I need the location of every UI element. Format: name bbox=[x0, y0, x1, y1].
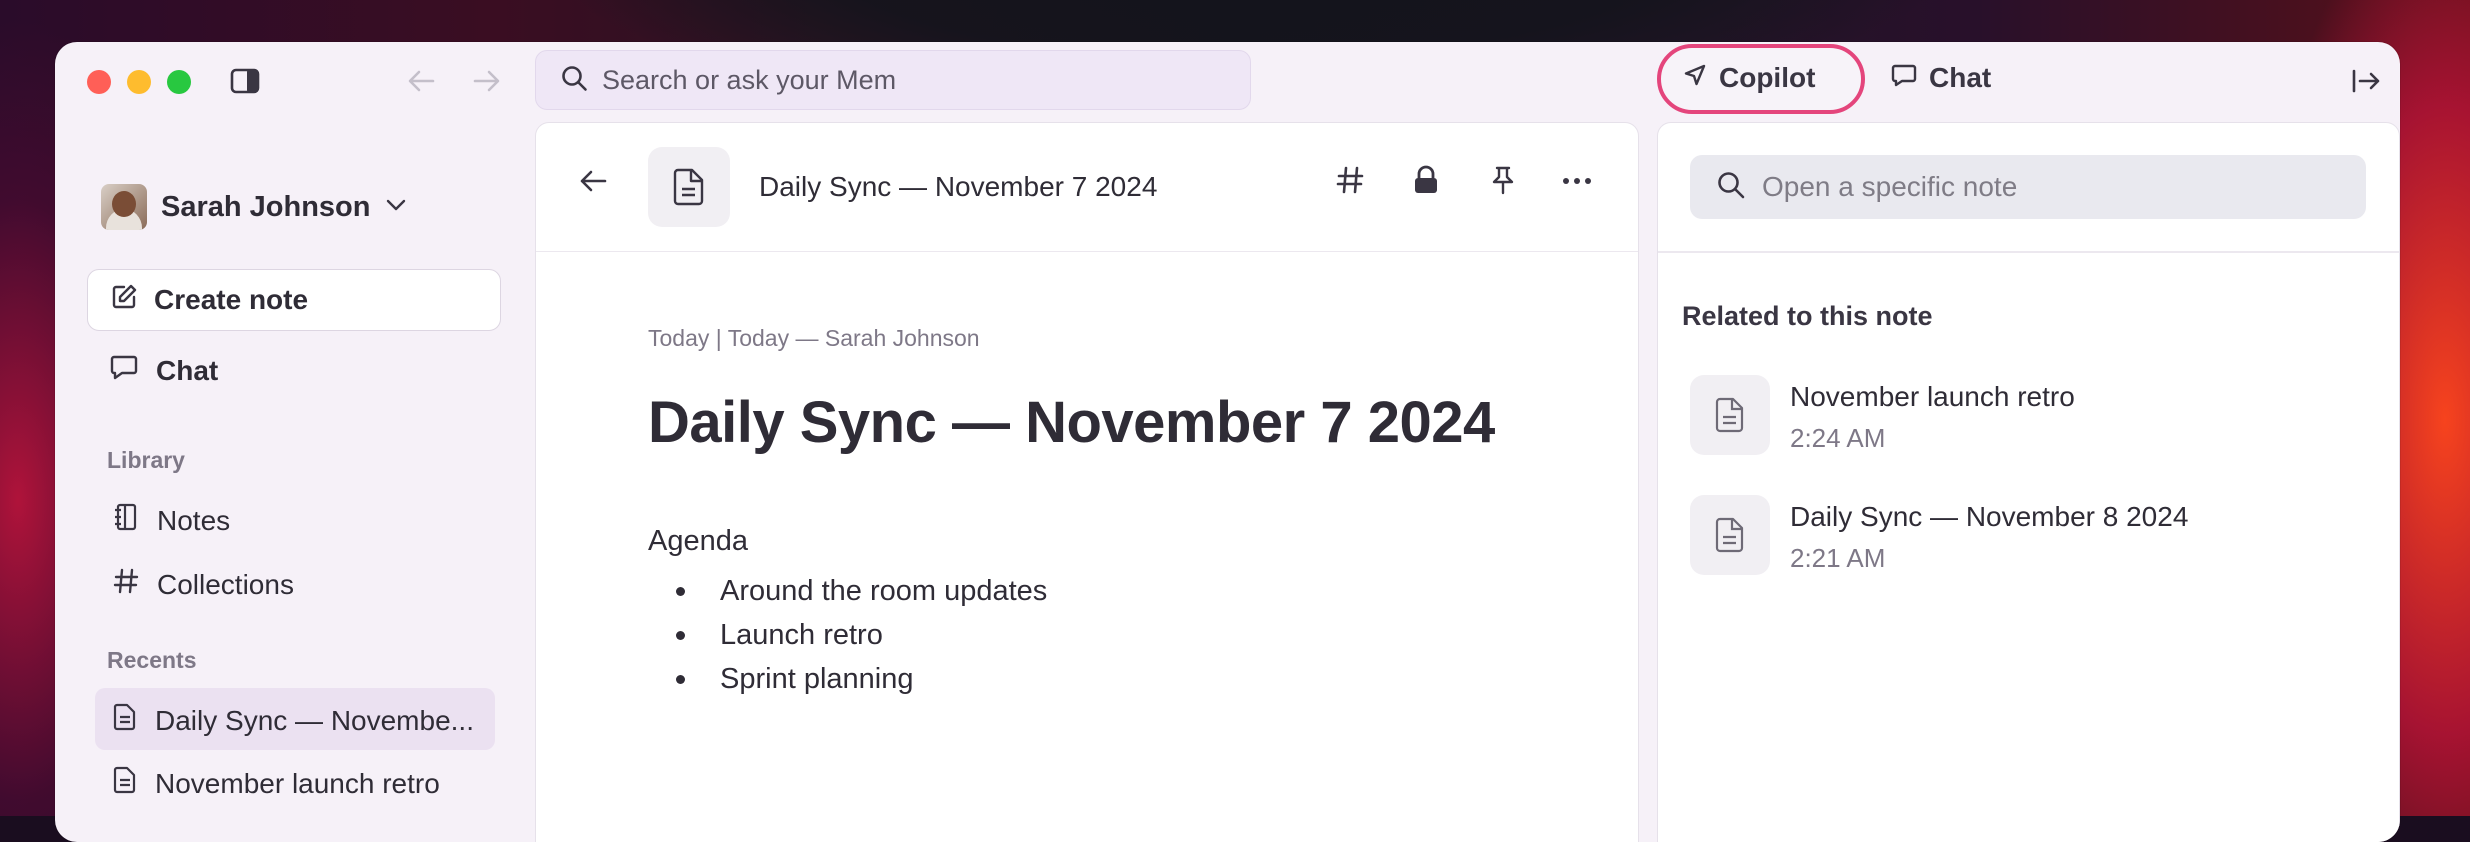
minimize-window-button[interactable] bbox=[127, 70, 151, 94]
create-note-label: Create note bbox=[154, 284, 309, 315]
chat-tab[interactable]: Chat bbox=[1891, 62, 1991, 94]
recent-item-launch-retro[interactable]: November launch retro bbox=[113, 766, 440, 801]
divider bbox=[1658, 251, 2399, 253]
more-icon[interactable] bbox=[1562, 177, 1592, 185]
notebook-icon bbox=[113, 503, 139, 538]
related-note-title: Daily Sync — November 8 2024 bbox=[1790, 501, 2189, 532]
copilot-tab[interactable]: Copilot bbox=[1683, 62, 1815, 94]
edit-icon bbox=[110, 283, 138, 318]
document-icon bbox=[113, 766, 137, 801]
lock-icon[interactable] bbox=[1412, 165, 1440, 195]
sidebar-toggle-icon[interactable] bbox=[230, 68, 260, 94]
sidebar-item-label: Daily Sync — Novembe... bbox=[155, 704, 474, 736]
document-icon bbox=[1690, 375, 1770, 455]
sidebar-item-label: Chat bbox=[156, 354, 219, 386]
document-icon bbox=[648, 147, 730, 227]
app-window: Search or ask your Mem Copilot Chat Sara… bbox=[55, 42, 2400, 842]
note-header-title: Daily Sync — November 7 2024 bbox=[759, 171, 1158, 202]
back-arrow-icon[interactable] bbox=[578, 167, 608, 195]
navigation-arrow-icon bbox=[1683, 62, 1707, 94]
related-section-label: Related to this note bbox=[1682, 301, 1933, 331]
search-placeholder: Open a specific note bbox=[1762, 171, 2018, 202]
related-note-time: 2:24 AM bbox=[1790, 423, 1886, 453]
search-icon bbox=[560, 64, 588, 97]
list-item[interactable]: Launch retro bbox=[648, 613, 1047, 657]
note-header: Daily Sync — November 7 2024 bbox=[536, 123, 1638, 252]
document-icon bbox=[113, 703, 137, 738]
global-search-input[interactable]: Search or ask your Mem bbox=[535, 50, 1251, 110]
chevron-down-icon bbox=[385, 198, 407, 217]
zoom-window-button[interactable] bbox=[167, 70, 191, 94]
copilot-panel: Open a specific note Related to this not… bbox=[1657, 122, 2400, 842]
search-placeholder: Search or ask your Mem bbox=[602, 64, 897, 95]
recent-item-daily-sync[interactable]: Daily Sync — Novembe... bbox=[113, 703, 474, 738]
user-name: Sarah Johnson bbox=[161, 190, 371, 223]
collapse-panel-icon[interactable] bbox=[2351, 68, 2381, 94]
chat-bubble-icon bbox=[110, 354, 138, 387]
agenda-label[interactable]: Agenda bbox=[648, 525, 748, 558]
sidebar-item-collections[interactable]: Collections bbox=[113, 567, 294, 602]
sidebar-item-notes[interactable]: Notes bbox=[113, 503, 230, 538]
note-title[interactable]: Daily Sync — November 7 2024 bbox=[648, 389, 1495, 456]
open-note-search-input[interactable]: Open a specific note bbox=[1690, 155, 2366, 219]
related-note-item[interactable]: Daily Sync — November 8 2024 2:21 AM bbox=[1690, 495, 2188, 575]
related-note-title: November launch retro bbox=[1790, 381, 2075, 412]
document-icon bbox=[1690, 495, 1770, 575]
hash-icon bbox=[113, 567, 139, 602]
create-note-button[interactable]: Create note bbox=[87, 269, 501, 331]
chat-tab-label: Chat bbox=[1929, 62, 1992, 93]
sidebar-item-chat[interactable]: Chat bbox=[110, 354, 218, 387]
note-panel: Daily Sync — November 7 2024 Today | Tod… bbox=[535, 122, 1639, 842]
note-meta: Today | Today — Sarah Johnson bbox=[648, 325, 980, 351]
related-note-item[interactable]: November launch retro 2:24 AM bbox=[1690, 375, 2075, 455]
sidebar-item-label: Collections bbox=[157, 568, 294, 600]
search-icon bbox=[1716, 170, 1746, 205]
list-item[interactable]: Sprint planning bbox=[648, 657, 1047, 701]
related-note-time: 2:21 AM bbox=[1790, 543, 1886, 573]
list-item[interactable]: Around the room updates bbox=[648, 569, 1047, 613]
forward-arrow-icon[interactable] bbox=[473, 68, 501, 94]
library-section-label: Library bbox=[107, 447, 185, 473]
sidebar-item-label: November launch retro bbox=[155, 767, 440, 799]
close-window-button[interactable] bbox=[87, 70, 111, 94]
pin-icon[interactable] bbox=[1490, 165, 1516, 195]
chat-bubble-icon bbox=[1891, 62, 1917, 94]
hash-icon[interactable] bbox=[1336, 165, 1364, 195]
agenda-list: Around the room updates Launch retro Spr… bbox=[648, 569, 1047, 701]
sidebar-item-label: Notes bbox=[157, 504, 231, 536]
back-arrow-icon[interactable] bbox=[407, 68, 435, 94]
user-menu[interactable]: Sarah Johnson bbox=[101, 184, 407, 230]
copilot-tab-label: Copilot bbox=[1719, 62, 1816, 93]
recents-section-label: Recents bbox=[107, 647, 197, 673]
avatar bbox=[101, 184, 147, 230]
